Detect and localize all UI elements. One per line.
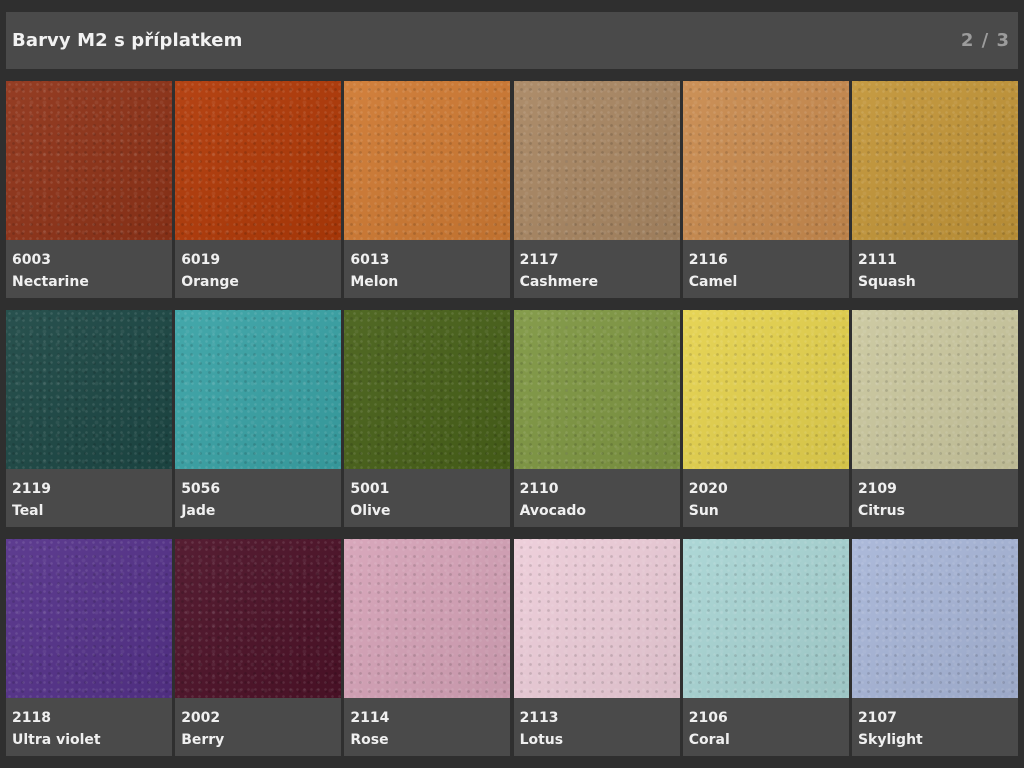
leather-swatch-image[interactable]	[344, 539, 511, 698]
swatch-name: Coral	[688, 732, 730, 748]
swatch-code: 2109	[857, 481, 897, 497]
leather-swatch-image[interactable]	[851, 81, 1018, 240]
page-header: Barvy M2 s příplatkem 2 / 3	[6, 12, 1018, 69]
swatch-name: Sun	[688, 503, 719, 519]
swatch-name: Melon	[350, 274, 399, 290]
swatch-code: 2002	[181, 710, 221, 726]
color-swatch-card[interactable]: 2117 Cashmere	[513, 81, 680, 298]
swatch-code: 2106	[688, 710, 728, 726]
swatch-label: 2109 Citrus	[852, 469, 1018, 522]
swatch-name: Teal	[12, 503, 44, 519]
swatch-label: 2020 Sun	[683, 469, 849, 522]
leather-swatch-image[interactable]	[6, 81, 172, 240]
leather-swatch-image[interactable]	[175, 81, 342, 240]
color-swatch-card[interactable]: 2116 Camel	[682, 81, 849, 298]
swatch-label: 2106 Coral	[683, 698, 849, 751]
swatch-name: Skylight	[857, 732, 923, 748]
swatch-code: 2114	[350, 710, 390, 726]
swatch-label: 2111 Squash	[852, 240, 1018, 293]
swatch-code: 2107	[857, 710, 897, 726]
swatch-label: 2116 Camel	[683, 240, 849, 293]
leather-swatch-image[interactable]	[851, 310, 1018, 469]
swatch-label: 2107 Skylight	[852, 698, 1018, 751]
color-swatch-card[interactable]: 2110 Avocado	[513, 310, 680, 527]
leather-swatch-image[interactable]	[682, 310, 849, 469]
leather-swatch-image[interactable]	[6, 310, 172, 469]
leather-swatch-image[interactable]	[851, 539, 1018, 698]
swatch-code: 2111	[857, 252, 897, 268]
swatch-label: 6013 Melon	[344, 240, 510, 293]
swatch-label: 2110 Avocado	[514, 469, 680, 522]
color-swatch-card[interactable]: 6003 Nectarine	[6, 81, 172, 298]
leather-swatch-image[interactable]	[513, 81, 680, 240]
leather-swatch-image[interactable]	[344, 81, 511, 240]
color-swatch-card[interactable]: 2113 Lotus	[513, 539, 680, 756]
swatch-label: 2002 Berry	[175, 698, 341, 751]
swatch-name: Cashmere	[519, 274, 599, 290]
swatch-name: Avocado	[519, 503, 587, 519]
swatch-name: Citrus	[857, 503, 905, 519]
swatch-label: 2118 Ultra violet	[6, 698, 172, 751]
swatch-code: 2020	[688, 481, 728, 497]
swatch-code: 2119	[12, 481, 51, 497]
swatch-label: 2117 Cashmere	[514, 240, 680, 293]
color-swatch-card[interactable]: 2111 Squash	[851, 81, 1018, 298]
page-title: Barvy M2 s příplatkem	[12, 30, 243, 51]
swatch-code: 6013	[350, 252, 390, 268]
swatch-label: 6003 Nectarine	[6, 240, 172, 293]
color-swatch-card[interactable]: 2119 Teal	[6, 310, 172, 527]
color-swatch-card[interactable]: 5056 Jade	[175, 310, 342, 527]
swatch-name: Nectarine	[12, 274, 89, 290]
color-swatch-grid: 6003 Nectarine 6019 Orange 6013 Melon 2117 Cash…	[6, 81, 1018, 756]
swatch-name: Orange	[181, 274, 239, 290]
swatch-name: Berry	[181, 732, 225, 748]
swatch-name: Lotus	[519, 732, 564, 748]
swatch-label: 2119 Teal	[6, 469, 172, 522]
swatch-label: 2113 Lotus	[514, 698, 680, 751]
color-swatch-card[interactable]: 5001 Olive	[344, 310, 511, 527]
leather-swatch-image[interactable]	[6, 539, 172, 698]
leather-swatch-image[interactable]	[175, 539, 342, 698]
swatch-name: Olive	[350, 503, 391, 519]
swatch-code: 5056	[181, 481, 221, 497]
swatch-code: 5001	[350, 481, 390, 497]
leather-swatch-image[interactable]	[682, 81, 849, 240]
color-swatch-card[interactable]: 2114 Rose	[344, 539, 511, 756]
color-swatch-card[interactable]: 2020 Sun	[682, 310, 849, 527]
swatch-code: 6019	[181, 252, 221, 268]
swatch-code: 2117	[519, 252, 559, 268]
page-indicator: 2 / 3	[960, 30, 1010, 51]
leather-swatch-image[interactable]	[682, 539, 849, 698]
color-swatch-card[interactable]: 2002 Berry	[175, 539, 342, 756]
color-swatch-card[interactable]: 6019 Orange	[175, 81, 342, 298]
color-swatch-card[interactable]: 2109 Citrus	[851, 310, 1018, 527]
leather-swatch-image[interactable]	[513, 310, 680, 469]
swatch-code: 2110	[519, 481, 559, 497]
swatch-name: Jade	[181, 503, 216, 519]
swatch-name: Squash	[857, 274, 916, 290]
color-swatch-card[interactable]: 2106 Coral	[682, 539, 849, 756]
leather-swatch-image[interactable]	[513, 539, 680, 698]
leather-swatch-image[interactable]	[344, 310, 511, 469]
swatch-name: Camel	[688, 274, 738, 290]
swatch-name: Ultra violet	[12, 732, 101, 748]
swatch-name: Rose	[350, 732, 389, 748]
swatch-code: 2113	[519, 710, 559, 726]
swatch-label: 5001 Olive	[344, 469, 510, 522]
color-swatch-card[interactable]: 2118 Ultra violet	[6, 539, 172, 756]
color-swatch-card[interactable]: 2107 Skylight	[851, 539, 1018, 756]
swatch-label: 6019 Orange	[175, 240, 341, 293]
swatch-code: 2118	[12, 710, 51, 726]
swatch-label: 5056 Jade	[175, 469, 341, 522]
swatch-label: 2114 Rose	[344, 698, 510, 751]
swatch-code: 2116	[688, 252, 728, 268]
leather-swatch-image[interactable]	[175, 310, 342, 469]
color-swatch-card[interactable]: 6013 Melon	[344, 81, 511, 298]
swatch-code: 6003	[12, 252, 51, 268]
